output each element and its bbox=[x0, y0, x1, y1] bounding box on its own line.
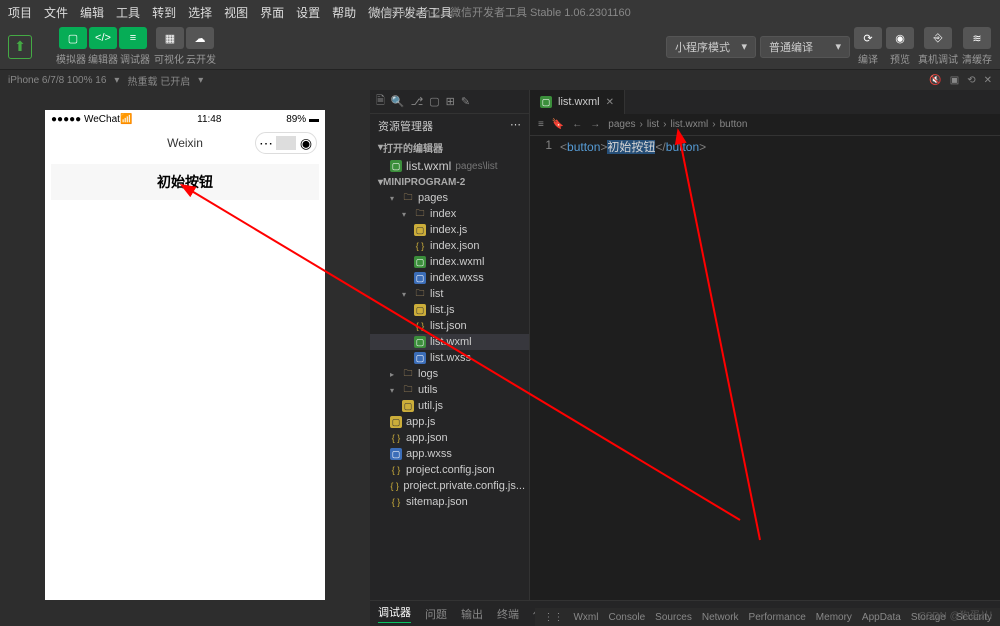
compile-dropdown[interactable]: 普通编译▾ bbox=[760, 36, 850, 58]
devtool-tab[interactable]: Network bbox=[702, 612, 739, 623]
explorer-title: 资源管理器 bbox=[378, 118, 433, 134]
watermark: CSDN @狗蛋儿l bbox=[919, 607, 993, 622]
forward-icon[interactable]: → bbox=[590, 119, 600, 130]
menu-item[interactable]: 编辑 bbox=[80, 4, 104, 21]
bookmark-icon[interactable]: 🔖 bbox=[552, 119, 564, 130]
tree-item[interactable]: { }project.config.json bbox=[370, 462, 529, 478]
phone-status-bar: ●●●●● WeChat📶 11:48 89% ▬ bbox=[45, 110, 325, 128]
menu-item[interactable]: 帮助 bbox=[332, 4, 356, 21]
panel-tab[interactable]: 调试器 bbox=[378, 604, 411, 623]
tree-item[interactable]: { }sitemap.json bbox=[370, 494, 529, 510]
tree-item[interactable]: ▾🗀list bbox=[370, 286, 529, 302]
devtool-tab[interactable]: AppData bbox=[862, 612, 901, 623]
status-bar: iPhone 6/7/8 100% 16▾ 热重载 已开启▾ 🔇 ▣ ⟲ ✕ bbox=[0, 70, 1000, 90]
editor-panel: ▢list.wxml✕ ≡ 🔖 ← → pages›list›list.wxml… bbox=[530, 90, 1000, 626]
tree-item[interactable]: ▾🗀pages bbox=[370, 190, 529, 206]
tree-item[interactable]: ▢list.wxss bbox=[370, 350, 529, 366]
tree-item[interactable]: ▢list.wxml bbox=[370, 334, 529, 350]
app-logo-icon: ⬆ bbox=[8, 35, 32, 59]
cloud-button[interactable]: ☁ bbox=[186, 27, 214, 49]
title-bar: 项目文件编辑工具转到选择视图界面设置帮助微信开发者工具 miniprogram-… bbox=[0, 0, 1000, 24]
devtool-tab[interactable]: Wxml bbox=[573, 612, 598, 623]
phone-frame: ●●●●● WeChat📶 11:48 89% ▬ Weixin ⋯ ◉ 初始按… bbox=[45, 110, 325, 600]
screenshot-icon[interactable]: ▣ bbox=[950, 75, 959, 86]
phone-nav: Weixin ⋯ ◉ bbox=[45, 128, 325, 158]
tree-item[interactable]: { }project.private.config.js... bbox=[370, 478, 529, 494]
tree-item[interactable]: ▢list.js bbox=[370, 302, 529, 318]
device-info[interactable]: iPhone 6/7/8 100% 16 bbox=[8, 75, 106, 86]
panel-tab[interactable]: 问题 bbox=[425, 606, 447, 622]
simulator-button[interactable]: ▢ bbox=[59, 27, 87, 49]
editor-tab[interactable]: ▢list.wxml✕ bbox=[530, 90, 625, 114]
editor-tabs: ▢list.wxml✕ bbox=[530, 90, 1000, 114]
real-device-button[interactable]: ⎆ bbox=[924, 27, 952, 49]
target-icon[interactable]: ◉ bbox=[296, 135, 316, 152]
tree-item[interactable]: { }list.json bbox=[370, 318, 529, 334]
menu-item[interactable]: 设置 bbox=[296, 4, 320, 21]
search-icon[interactable]: 🔍 bbox=[391, 95, 405, 108]
menu-dots-icon[interactable]: ⋯ bbox=[256, 135, 276, 152]
editor-button[interactable]: </> bbox=[89, 27, 117, 49]
mute-icon[interactable]: 🔇 bbox=[929, 75, 941, 86]
devtool-tab[interactable]: Memory bbox=[816, 612, 852, 623]
explorer-panel: 🗎 🔍 ⎇ ▢ ⊞ ✎ 资源管理器 ⋯ ▾ 打开的编辑器 ▢list.wxml p… bbox=[370, 90, 530, 626]
menu-item[interactable]: 界面 bbox=[260, 4, 284, 21]
close-sim-icon[interactable]: ✕ bbox=[984, 75, 992, 86]
mode-dropdown[interactable]: 小程序模式▾ bbox=[666, 36, 756, 58]
menu-item[interactable]: 工具 bbox=[116, 4, 140, 21]
back-icon[interactable]: ← bbox=[572, 119, 582, 130]
devtool-tab[interactable]: Sources bbox=[655, 612, 692, 623]
project-section[interactable]: ▾ MINIPROGRAM-2 bbox=[370, 175, 529, 190]
files-icon[interactable]: 🗎 bbox=[376, 92, 385, 111]
tree-item[interactable]: ▢app.wxss bbox=[370, 446, 529, 462]
compile-action-button[interactable]: ⟳ bbox=[854, 27, 882, 49]
capsule-button[interactable]: ⋯ ◉ bbox=[255, 132, 317, 154]
debugger-button[interactable]: ≡ bbox=[119, 27, 147, 49]
gutter-icon[interactable]: ≡ bbox=[538, 119, 544, 130]
tree-item[interactable]: { }app.json bbox=[370, 430, 529, 446]
menu-item[interactable]: 项目 bbox=[8, 4, 32, 21]
rotate-icon[interactable]: ⟲ bbox=[967, 75, 975, 86]
tree-item[interactable]: ▾🗀utils bbox=[370, 382, 529, 398]
devtool-tab[interactable]: Performance bbox=[749, 612, 806, 623]
simulator-panel: ●●●●● WeChat📶 11:48 89% ▬ Weixin ⋯ ◉ 初始按… bbox=[0, 90, 370, 626]
clear-cache-button[interactable]: ≋ bbox=[963, 27, 991, 49]
tree-item[interactable]: ▢app.js bbox=[370, 414, 529, 430]
open-editors-section[interactable]: ▾ 打开的编辑器 bbox=[370, 138, 529, 157]
plugin-icon[interactable]: ⊞ bbox=[446, 95, 455, 108]
menu-item[interactable]: 视图 bbox=[224, 4, 248, 21]
initial-button[interactable]: 初始按钮 bbox=[51, 164, 319, 200]
visual-button[interactable]: ▦ bbox=[156, 27, 184, 49]
more-icon[interactable]: ⋯ bbox=[510, 118, 521, 134]
tree-item[interactable]: ▢util.js bbox=[370, 398, 529, 414]
menu-item[interactable]: 文件 bbox=[44, 4, 68, 21]
panel-tab[interactable]: 输出 bbox=[461, 606, 483, 622]
open-file-item[interactable]: ▢list.wxml pages\list bbox=[370, 157, 529, 175]
devtool-tab[interactable]: Console bbox=[608, 612, 645, 623]
close-tab-icon[interactable]: ✕ bbox=[606, 97, 614, 108]
tree-item[interactable]: ▢index.js bbox=[370, 222, 529, 238]
box-icon[interactable]: ▢ bbox=[429, 95, 439, 108]
tree-item[interactable]: ▢index.wxss bbox=[370, 270, 529, 286]
window-title: miniprogram-2 - 微信开发者工具 Stable 1.06.2301… bbox=[369, 4, 630, 20]
breadcrumb[interactable]: pages›list›list.wxml›button bbox=[608, 119, 747, 130]
branch-icon[interactable]: ⎇ bbox=[411, 95, 424, 108]
code-area[interactable]: 1 <button>初始按钮</button> bbox=[530, 136, 1000, 155]
menu-item[interactable]: 转到 bbox=[152, 4, 176, 21]
hot-reload-status[interactable]: 热重载 已开启 bbox=[127, 73, 190, 88]
tree-item[interactable]: { }index.json bbox=[370, 238, 529, 254]
toolbar: ⬆ ▢ </> ≡ 模拟器 编辑器 调试器 ▦ ☁ 可视化 云开发 小程序模式▾… bbox=[0, 24, 1000, 70]
brush-icon[interactable]: ✎ bbox=[461, 95, 470, 108]
menu-item[interactable]: 选择 bbox=[188, 4, 212, 21]
panel-tab[interactable]: 终端 bbox=[497, 606, 519, 622]
tree-item[interactable]: ▢index.wxml bbox=[370, 254, 529, 270]
tree-item[interactable]: ▸🗀logs bbox=[370, 366, 529, 382]
tree-item[interactable]: ▾🗀index bbox=[370, 206, 529, 222]
preview-button[interactable]: ◉ bbox=[886, 27, 914, 49]
